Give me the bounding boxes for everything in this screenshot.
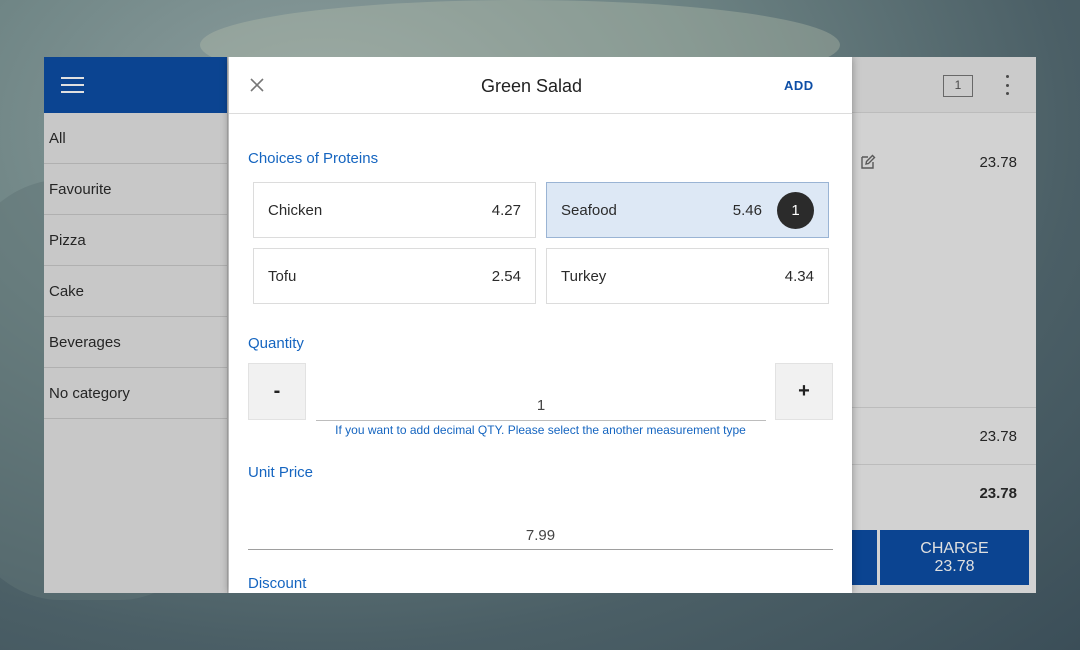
dialog-header: Green Salad ADD [229,57,852,114]
proteins-section-label: Choices of Proteins [248,150,379,167]
option-tofu[interactable]: Tofu 2.54 [253,248,536,304]
unit-price-label: Unit Price [248,464,314,481]
option-name: Seafood [561,202,617,219]
item-dialog: Green Salad ADD Choices of Proteins Chic… [229,57,852,593]
add-button[interactable]: ADD [784,78,814,93]
option-name: Tofu [268,268,297,285]
option-price: 4.27 [491,202,521,219]
option-name: Chicken [268,202,323,219]
option-turkey[interactable]: Turkey 4.34 [546,248,829,304]
option-count-badge: 1 [777,192,814,229]
pos-app: All Favourite Pizza Cake Beverages No ca… [44,57,1036,593]
dialog-title: Green Salad [480,76,583,96]
quantity-plus-button[interactable]: + [775,363,833,420]
discount-label: Discount [248,575,307,592]
quantity-minus-button[interactable]: - [248,363,306,420]
option-price: 5.46 [732,202,762,219]
option-name: Turkey [561,268,607,285]
quantity-input[interactable]: 1 [316,363,766,421]
option-seafood[interactable]: Seafood 5.46 1 [546,182,829,238]
option-chicken[interactable]: Chicken 4.27 [253,182,536,238]
option-price: 2.54 [491,268,521,285]
quantity-label: Quantity [248,335,304,352]
option-price: 4.34 [784,268,814,285]
quantity-hint: If you want to add decimal QTY. Please s… [335,423,746,437]
unit-price-input[interactable]: 7.99 [248,497,833,550]
